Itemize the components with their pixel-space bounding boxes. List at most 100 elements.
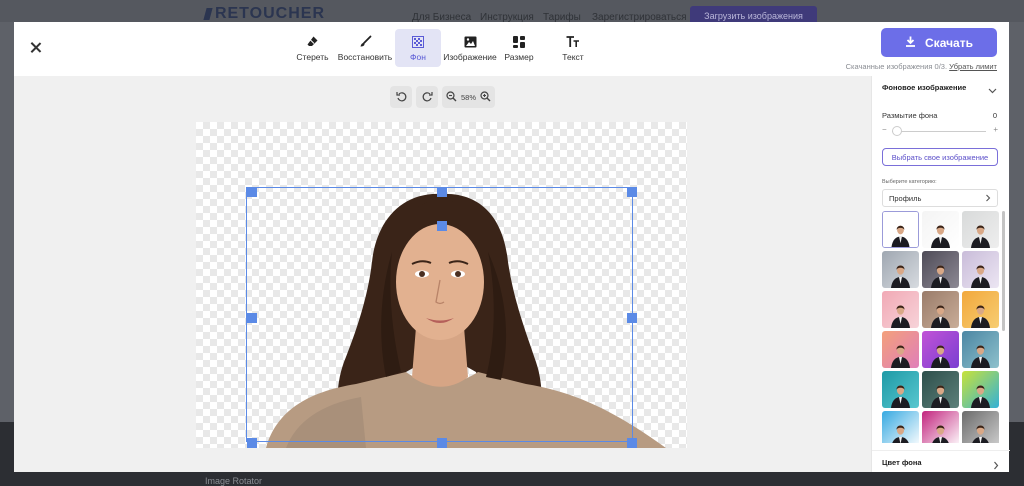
thumbnail-preview — [922, 291, 959, 328]
tool-label: Стереть — [296, 51, 329, 62]
blur-slider[interactable]: − + — [882, 125, 998, 136]
image-icon — [463, 35, 477, 49]
redo-icon — [422, 91, 433, 104]
thumbnail-preview — [962, 291, 999, 328]
tool-restore[interactable]: Восстановить — [337, 29, 393, 67]
background-panel: Фоновое изображение Размытие фона 0 − + … — [871, 76, 1010, 472]
background-thumbnail[interactable] — [922, 251, 959, 288]
redo-button[interactable] — [416, 86, 438, 108]
thumbnail-preview — [962, 371, 999, 408]
background-thumbnail[interactable] — [882, 251, 919, 288]
color-section-title: Цвет фона — [882, 458, 922, 467]
background-thumbnail[interactable] — [962, 371, 999, 408]
zoom-controls: 58% — [390, 86, 496, 108]
canvas-area: 58% — [14, 76, 871, 472]
plus-icon: + — [993, 125, 998, 134]
choose-own-image-button[interactable]: Выбрать свое изображение — [882, 148, 998, 166]
background-color-section[interactable]: Цвет фона — [872, 450, 1010, 472]
background-thumbnail[interactable] — [882, 411, 919, 443]
tool-label: Текст — [562, 51, 584, 62]
resize-handle[interactable] — [437, 438, 447, 448]
resize-handle[interactable] — [247, 187, 257, 197]
background-thumbnail[interactable] — [882, 371, 919, 408]
resize-handle[interactable] — [627, 313, 637, 323]
remove-limit-link[interactable]: Убрать лимит — [949, 62, 997, 71]
category-select[interactable]: Профиль — [882, 189, 998, 207]
chevron-down-icon[interactable] — [988, 82, 997, 94]
background-thumbnail[interactable] — [922, 371, 959, 408]
blur-label: Размытие фона — [882, 111, 938, 120]
eraser-icon — [306, 35, 320, 49]
background-thumbnail[interactable] — [882, 211, 919, 248]
tool-image[interactable]: Изображение — [443, 29, 497, 67]
slider-knob[interactable] — [892, 126, 902, 136]
background-thumbnail[interactable] — [962, 411, 999, 443]
thumbnail-preview — [962, 411, 999, 443]
tool-list: Стереть Восстановить Фон Изображение Раз… — [294, 29, 591, 67]
brush-icon — [358, 35, 372, 49]
background-thumbnail[interactable] — [962, 331, 999, 368]
tool-size[interactable]: Размер — [501, 29, 537, 67]
rotate-handle[interactable] — [437, 221, 447, 231]
resize-handle[interactable] — [627, 438, 637, 448]
background-thumbnail[interactable] — [962, 251, 999, 288]
section-title: Фоновое изображение — [882, 83, 967, 92]
undo-icon — [395, 91, 407, 104]
background-thumbnail[interactable] — [882, 291, 919, 328]
checker-icon — [411, 35, 425, 49]
blur-value: 0 — [992, 111, 997, 120]
background-thumbnail[interactable] — [922, 291, 959, 328]
tool-label: Восстановить — [337, 51, 393, 62]
thumbnail-preview — [882, 411, 919, 443]
tool-text[interactable]: Текст — [555, 29, 591, 67]
chevron-right-icon — [992, 457, 1000, 470]
background-thumbnail[interactable] — [922, 211, 959, 248]
tool-label: Фон — [410, 51, 426, 62]
bg-footer-link: Image Rotator — [205, 476, 263, 486]
background-thumbnail[interactable] — [962, 291, 999, 328]
resize-handle[interactable] — [247, 313, 257, 323]
thumbnail-preview — [883, 212, 918, 247]
thumbnail-preview — [922, 331, 959, 368]
thumbnail-preview — [962, 331, 999, 368]
zoom-in-icon[interactable] — [480, 90, 491, 104]
download-button[interactable]: Скачать — [881, 28, 997, 57]
zoom-out-icon[interactable] — [446, 90, 457, 104]
slider-track[interactable] — [892, 131, 986, 132]
thumbnail-preview — [882, 291, 919, 328]
background-thumbnails — [882, 211, 1002, 443]
background-thumbnail[interactable] — [922, 411, 959, 443]
scroll-thumb[interactable] — [1002, 211, 1005, 331]
thumbnail-preview — [962, 211, 999, 248]
download-icon — [905, 36, 916, 50]
background-thumbnail[interactable] — [962, 211, 999, 248]
thumbnail-preview — [882, 251, 919, 288]
resize-handle[interactable] — [627, 187, 637, 197]
category-value: Профиль — [889, 193, 922, 203]
chevron-right-icon — [984, 194, 992, 202]
thumbnail-preview — [922, 411, 959, 443]
background-thumbnail[interactable] — [922, 331, 959, 368]
layout-icon — [512, 35, 526, 49]
undo-button[interactable] — [390, 86, 412, 108]
thumbnail-preview — [962, 251, 999, 288]
thumbnail-preview — [922, 251, 959, 288]
thumbnail-preview — [882, 371, 919, 408]
editor-toolbar: Стереть Восстановить Фон Изображение Раз… — [14, 22, 1009, 76]
editor-modal: Стереть Восстановить Фон Изображение Раз… — [14, 22, 1010, 472]
download-label: Скачать — [925, 35, 973, 50]
background-thumbnail[interactable] — [882, 331, 919, 368]
thumbnail-preview — [882, 331, 919, 368]
resize-handle[interactable] — [247, 438, 257, 448]
text-icon — [566, 35, 580, 49]
tool-background[interactable]: Фон — [395, 29, 441, 67]
panel-scrollbar[interactable] — [1002, 211, 1005, 443]
resize-handle[interactable] — [437, 187, 447, 197]
site-logo: RETOUCHER — [203, 5, 325, 22]
thumbnail-preview — [922, 371, 959, 408]
tool-erase[interactable]: Стереть — [294, 29, 331, 67]
category-label: Выберите категорию: — [882, 179, 937, 185]
bg-upload-button: Загрузить изображения — [690, 6, 817, 22]
close-icon[interactable] — [28, 40, 44, 56]
tool-label: Размер — [504, 51, 534, 62]
